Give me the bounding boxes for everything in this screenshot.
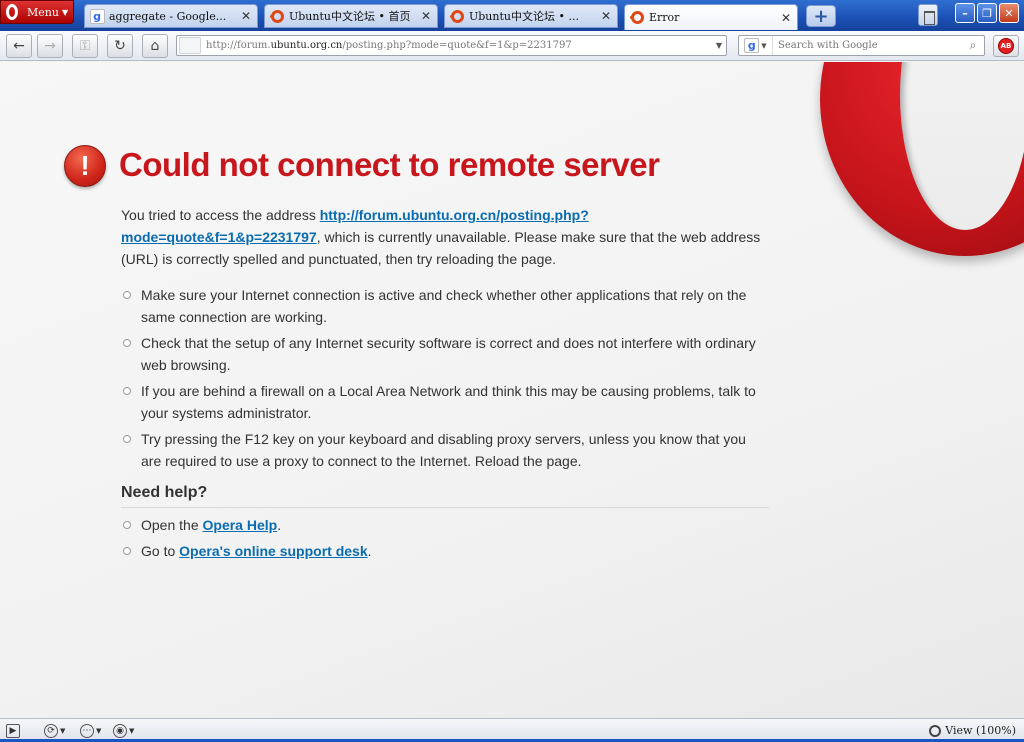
troubleshooting-list: Make sure your Internet connection is ac… (121, 284, 769, 472)
trash-icon[interactable] (918, 4, 938, 26)
chevron-down-icon: ▼ (761, 41, 767, 50)
adblock-icon: AB (998, 38, 1014, 54)
help-list: Open the Opera Help. Go to Opera's onlin… (121, 514, 769, 562)
address-toolbar: ← → ⚿ ↻ ⌂ http://forum.ubuntu.org.cn/pos… (0, 31, 1024, 61)
help-text: Open the (141, 517, 203, 533)
search-icon[interactable]: ⌕ (962, 36, 984, 55)
help-text: Go to (141, 543, 180, 559)
menu-label: Menu (27, 5, 59, 19)
error-icon: ! (64, 145, 106, 187)
network-icon: ⋯ (80, 723, 94, 738)
close-tab-icon[interactable]: ✕ (238, 9, 254, 23)
chevron-down-icon: ▼ (129, 726, 135, 735)
site-badge-icon[interactable] (179, 37, 201, 54)
chevron-down-icon: ▼ (96, 726, 102, 735)
list-item: Open the Opera Help. (121, 514, 769, 536)
search-field[interactable]: g ▼ ⌕ (738, 35, 985, 56)
panel-icon: ▶ (6, 723, 20, 738)
address-field[interactable]: http://forum.ubuntu.org.cn/posting.php?m… (176, 35, 727, 56)
close-tab-icon[interactable]: ✕ (778, 11, 794, 25)
search-input[interactable] (773, 40, 962, 51)
page-title: Could not connect to remote server (119, 146, 660, 183)
tab-title: aggregate - Google... (109, 9, 227, 23)
list-item: Check that the setup of any Internet sec… (121, 332, 769, 376)
new-tab-button[interactable]: + (806, 5, 836, 27)
back-button[interactable]: ← (6, 34, 32, 58)
google-icon: g (744, 38, 760, 53)
restore-button[interactable]: ❐ (977, 3, 997, 23)
tab-title: Error (649, 11, 680, 24)
sync-icon: ⟳ (44, 723, 58, 738)
chevron-down-icon[interactable]: ▼ (712, 41, 726, 50)
ubuntu-icon (449, 8, 465, 24)
key-icon[interactable]: ⚿ (72, 34, 98, 58)
support-desk-link[interactable]: Opera's online support desk (179, 543, 367, 559)
url-prefix: http://forum. (206, 40, 271, 51)
tab-google[interactable]: g aggregate - Google... ✕ (84, 4, 258, 28)
tab-ubuntu-home[interactable]: Ubuntu中文论坛 • 首页 ✕ (264, 4, 438, 28)
search-engine-selector[interactable]: g ▼ (739, 36, 773, 55)
unite-button[interactable]: ⋯ ▼ (80, 722, 101, 739)
list-item: Go to Opera's online support desk. (121, 540, 769, 562)
minimize-button[interactable]: – (955, 3, 975, 23)
help-text: . (367, 543, 372, 559)
tab-title: Ubuntu中文论坛 • ... (469, 10, 579, 23)
forward-button[interactable]: → (37, 34, 63, 58)
ubuntu-icon (629, 10, 645, 26)
turbo-icon: ◉ (113, 723, 127, 738)
url-host: ubuntu.org.cn (270, 40, 343, 51)
close-tab-icon[interactable]: ✕ (598, 9, 614, 23)
chevron-down-icon: ▼ (61, 7, 69, 17)
reload-button[interactable]: ↻ (107, 34, 133, 58)
tab-title: Ubuntu中文论坛 • 首页 (289, 10, 411, 23)
help-heading: Need help? (121, 482, 769, 508)
sync-button[interactable]: ⟳ ▼ (44, 722, 65, 739)
turbo-button[interactable]: ◉ ▼ (113, 722, 134, 739)
help-text: . (277, 517, 282, 533)
intro-paragraph: You tried to access the address http://f… (121, 204, 769, 270)
url-text[interactable]: http://forum.ubuntu.org.cn/posting.php?m… (201, 40, 712, 51)
zoom-control[interactable]: View (100%) (929, 722, 1016, 739)
url-path: /posting.php?mode=quote&f=1&p=2231797 (342, 40, 572, 51)
close-window-button[interactable]: ✕ (999, 3, 1019, 23)
list-item: If you are behind a firewall on a Local … (121, 380, 769, 424)
error-content: You tried to access the address http://f… (121, 204, 769, 566)
home-button[interactable]: ⌂ (142, 34, 168, 58)
adblock-button[interactable]: AB (993, 35, 1019, 57)
opera-logo-icon (1, 1, 23, 23)
magnifier-icon (929, 724, 942, 737)
ubuntu-icon (269, 8, 285, 24)
tab-ubuntu-post[interactable]: Ubuntu中文论坛 • ... ✕ (444, 4, 618, 28)
list-item: Try pressing the F12 key on your keyboar… (121, 428, 769, 472)
opera-logo-watermark (820, 62, 1024, 256)
list-item: Make sure your Internet connection is ac… (121, 284, 769, 328)
tab-error[interactable]: Error ✕ (624, 4, 798, 30)
opera-help-link[interactable]: Opera Help (203, 517, 278, 533)
panel-toggle-button[interactable]: ▶ (6, 722, 20, 739)
chevron-down-icon: ▼ (60, 726, 66, 735)
google-icon: g (89, 8, 105, 24)
error-page: ! Could not connect to remote server You… (0, 62, 1024, 718)
zoom-label: View (100%) (945, 724, 1016, 737)
intro-text: You tried to access the address (121, 207, 320, 223)
close-tab-icon[interactable]: ✕ (418, 9, 434, 23)
tab-strip: Menu ▼ g aggregate - Google... ✕ Ubuntu中… (0, 0, 1024, 31)
opera-menu-button[interactable]: Menu ▼ (0, 0, 74, 24)
